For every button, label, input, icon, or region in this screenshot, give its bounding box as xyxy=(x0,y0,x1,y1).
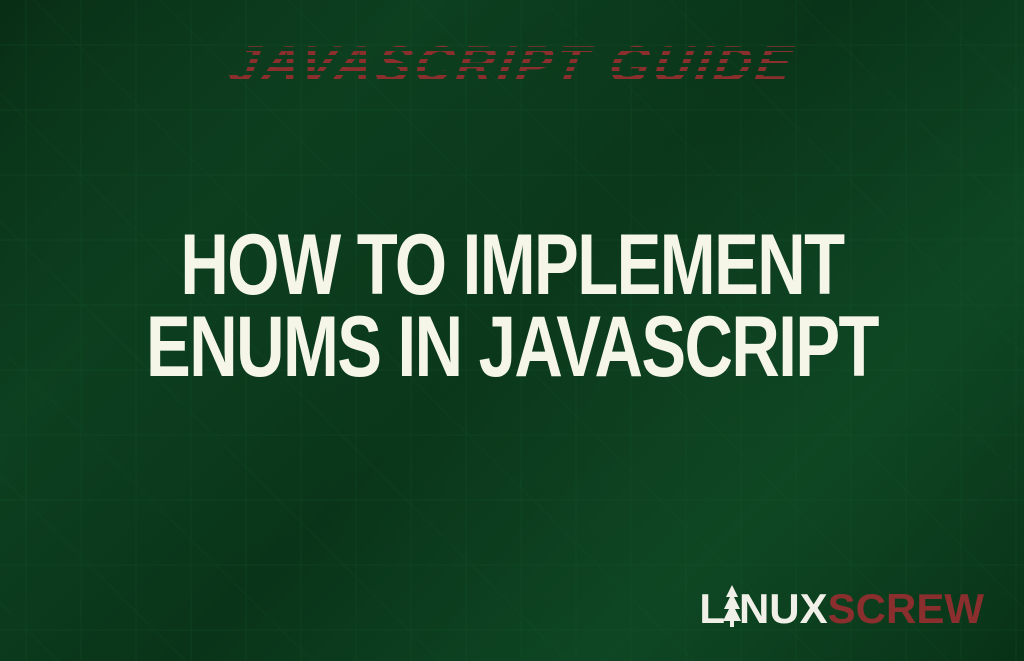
tree-icon xyxy=(723,588,741,630)
title-line-1: HOW TO IMPLEMENT xyxy=(113,225,912,307)
logo-text-nux: NUX xyxy=(739,585,828,633)
logo-text-screw: SCREW xyxy=(828,585,984,633)
title-line-2: ENUMS IN JAVASCRIPT xyxy=(113,307,912,389)
logo: L NUXSCREW xyxy=(699,585,984,633)
main-title: HOW TO IMPLEMENT ENUMS IN JAVASCRIPT xyxy=(113,225,912,388)
subtitle-text: JAVASCRIPT GUIDE xyxy=(224,35,799,95)
logo-text-l: L xyxy=(699,585,725,633)
content-container: JAVASCRIPT GUIDE HOW TO IMPLEMENT ENUMS … xyxy=(0,0,1024,661)
